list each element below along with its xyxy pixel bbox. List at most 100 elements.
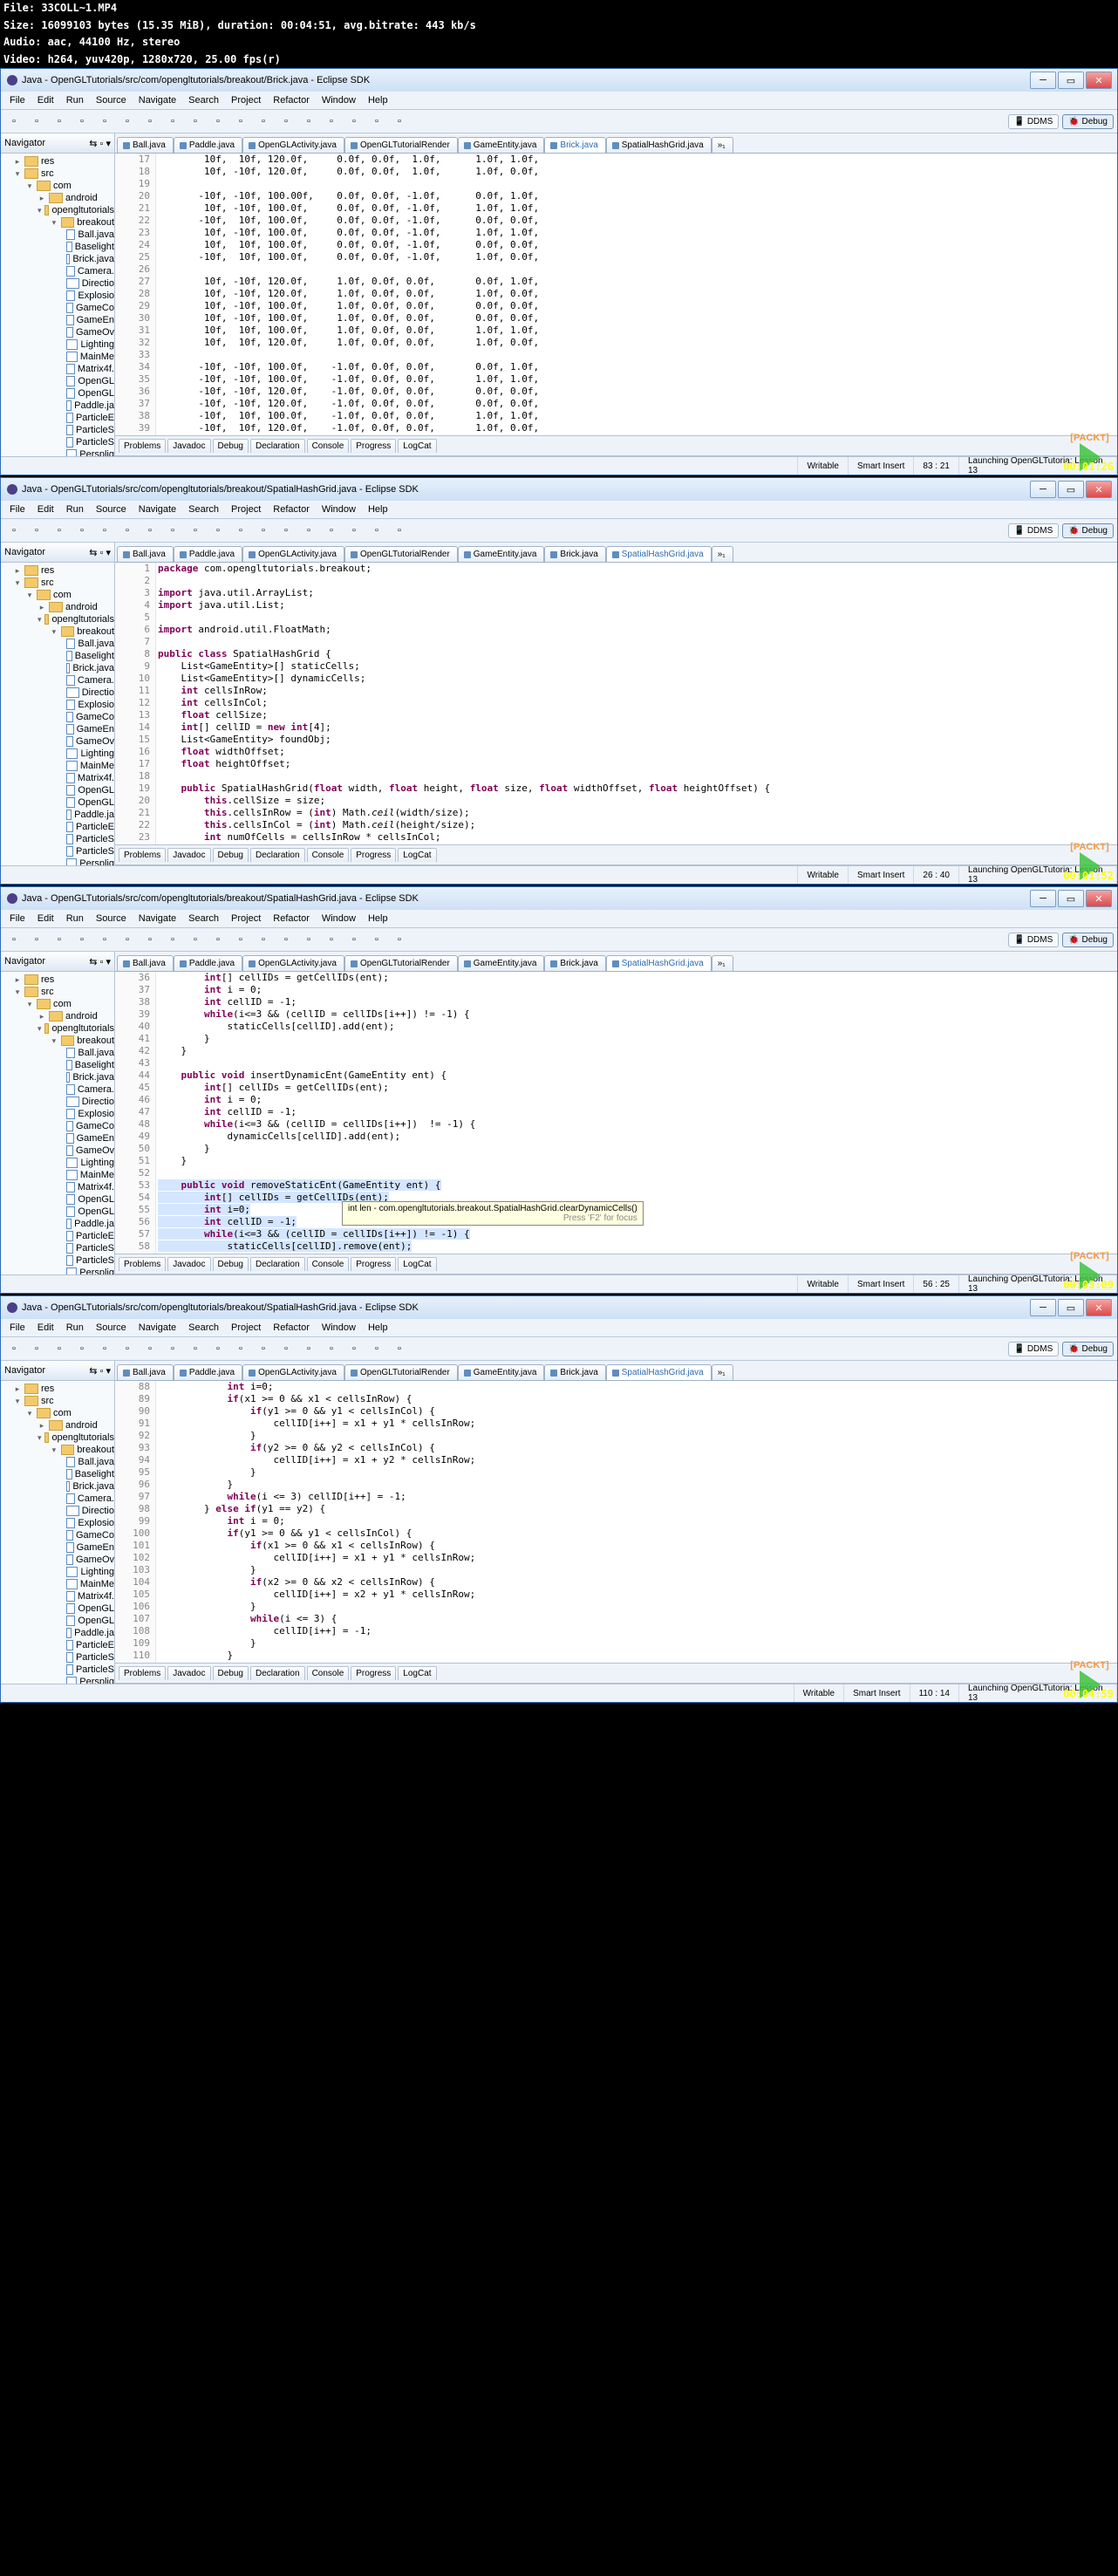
bottom-tab[interactable]: Debug [213,1257,249,1271]
toolbar-button[interactable]: ▫ [367,521,386,540]
toolbar-button[interactable]: ▫ [95,930,114,949]
tree-file[interactable]: Directio [82,277,114,290]
bottom-tab[interactable]: LogCat [398,439,436,453]
toolbar-button[interactable]: ▫ [72,521,92,540]
maximize-button[interactable]: ▭ [1058,1299,1084,1316]
toolbar-button[interactable]: ▫ [276,930,296,949]
toolbar-button[interactable]: ▫ [208,1339,228,1358]
editor-tab[interactable]: OpenGLActivity.java [242,546,344,562]
tree-file[interactable]: Brick.java [72,253,114,265]
tree-file[interactable]: Camera. [78,674,114,687]
tree-file[interactable]: Matrix4f. [78,1181,114,1193]
menu-item[interactable]: Navigate [133,503,181,516]
toolbar-button[interactable]: ▫ [72,930,92,949]
menu-item[interactable]: Help [363,94,393,106]
toolbar-button[interactable]: ▫ [299,1339,318,1358]
code-text[interactable]: 10f, 10f, 120.0f, 0.0f, 0.0f, 1.0f, 1.0f… [156,154,1117,435]
menu-item[interactable]: Edit [32,503,59,516]
editor-tab[interactable]: OpenGLTutorialRender [344,546,458,562]
toolbar-button[interactable]: ▫ [140,521,160,540]
toolbar-button[interactable]: ▫ [27,521,46,540]
tree-file[interactable]: Baselight [75,1468,114,1480]
menu-item[interactable]: Search [183,1322,224,1334]
close-button[interactable]: ✕ [1086,481,1112,498]
project-tree[interactable]: ▸res ▾src ▾com ▸android ▾opengltutorials… [1,154,114,456]
menu-item[interactable]: Navigate [133,912,181,925]
tree-file[interactable]: Matrix4f. [78,1590,114,1602]
toolbar-button[interactable]: ▫ [390,930,409,949]
bottom-tab[interactable]: Javadoc [167,1257,210,1271]
editor-tab[interactable]: Brick.java [544,1364,605,1380]
bottom-tab[interactable]: Declaration [250,1257,305,1271]
tree-file[interactable]: Baselight [75,241,114,253]
tree-file[interactable]: Matrix4f. [78,772,114,784]
minimize-button[interactable]: ─ [1030,481,1056,498]
editor-tab[interactable]: Paddle.java [174,1364,242,1380]
nav-toolbar[interactable]: ⇆ ▫ ▾ [89,138,111,149]
bottom-tab[interactable]: Console [307,848,350,862]
perspective-debug[interactable]: 🐞 Debug [1062,1342,1114,1356]
tree-file[interactable]: GameEn [77,1541,114,1554]
editor-tab[interactable]: SpatialHashGrid.java [606,955,712,971]
bottom-tab[interactable]: Progress [351,439,396,453]
toolbar-button[interactable]: ▫ [118,521,137,540]
bottom-tab[interactable]: Debug [213,439,249,453]
editor-tab[interactable]: OpenGLTutorialRender [344,955,458,971]
menu-item[interactable]: Help [363,503,393,516]
code-editor[interactable]: 17 18 19 20 21 22 23 24 25 26 27 28 29 3… [115,154,1117,435]
tree-file[interactable]: OpenGL [78,375,114,387]
bottom-tab[interactable]: Console [307,1666,350,1680]
toolbar-button[interactable]: ▫ [95,112,114,131]
tree-file[interactable]: Matrix4f. [78,363,114,375]
bottom-tab[interactable]: Console [307,1257,350,1271]
menu-item[interactable]: Refactor [268,503,315,516]
tree-file[interactable]: GameCo [76,1120,114,1132]
tree-file[interactable]: Baselight [75,650,114,662]
bottom-tab[interactable]: Progress [351,848,396,862]
tree-file[interactable]: OpenGL [78,1602,114,1615]
toolbar-button[interactable]: ▫ [322,112,341,131]
tree-file[interactable]: Lighting [80,748,114,760]
tree-file[interactable]: GameCo [76,711,114,723]
tree-file[interactable]: GameEn [77,314,114,326]
tree-file[interactable]: Lighting [80,1157,114,1169]
toolbar-button[interactable]: ▫ [118,930,137,949]
menu-item[interactable]: Run [61,912,89,925]
tree-file[interactable]: GameOv [76,1145,114,1157]
tab-overflow[interactable]: »₁ [712,137,733,153]
tree-file[interactable]: Directio [82,687,114,699]
minimize-button[interactable]: ─ [1030,72,1056,89]
toolbar-button[interactable]: ▫ [140,112,160,131]
toolbar-button[interactable]: ▫ [276,1339,296,1358]
toolbar-button[interactable]: ▫ [322,930,341,949]
perspective-ddms[interactable]: 📱 DDMS [1008,933,1060,947]
code-text[interactable]: int i=0; if(x1 >= 0 && x1 < cellsInRow) … [156,1381,1117,1663]
toolbar-button[interactable]: ▫ [390,1339,409,1358]
code-text[interactable]: package com.opengltutorials.breakout; im… [156,563,1117,844]
toolbar-button[interactable]: ▫ [390,521,409,540]
toolbar-button[interactable]: ▫ [72,1339,92,1358]
menu-item[interactable]: Source [91,1322,132,1334]
toolbar-button[interactable]: ▫ [4,1339,24,1358]
tree-file[interactable]: MainMe [80,760,114,772]
bottom-tab[interactable]: Console [307,439,350,453]
tree-file[interactable]: ParticleS [76,1254,114,1267]
nav-toolbar[interactable]: ⇆ ▫ ▾ [89,1365,111,1377]
tree-file[interactable]: Camera. [78,1493,114,1505]
toolbar-button[interactable]: ▫ [344,521,364,540]
project-tree[interactable]: ▸res ▾src ▾com ▸android ▾opengltutorials… [1,563,114,865]
bottom-tab[interactable]: Javadoc [167,1666,210,1680]
editor-tab[interactable]: Ball.java [117,546,174,562]
toolbar-button[interactable]: ▫ [344,112,364,131]
tree-file[interactable]: Persplig [79,858,114,865]
tree-file[interactable]: Persplig [79,448,114,456]
menu-item[interactable]: Refactor [268,94,315,106]
tree-file[interactable]: ParticleS [76,424,114,436]
toolbar-button[interactable]: ▫ [27,112,46,131]
tab-overflow[interactable]: »₁ [712,955,733,971]
toolbar-button[interactable]: ▫ [322,521,341,540]
tree-file[interactable]: OpenGL [78,1206,114,1218]
editor-tab[interactable]: OpenGLActivity.java [242,1364,344,1380]
bottom-tab[interactable]: Declaration [250,439,305,453]
toolbar-button[interactable]: ▫ [208,521,228,540]
